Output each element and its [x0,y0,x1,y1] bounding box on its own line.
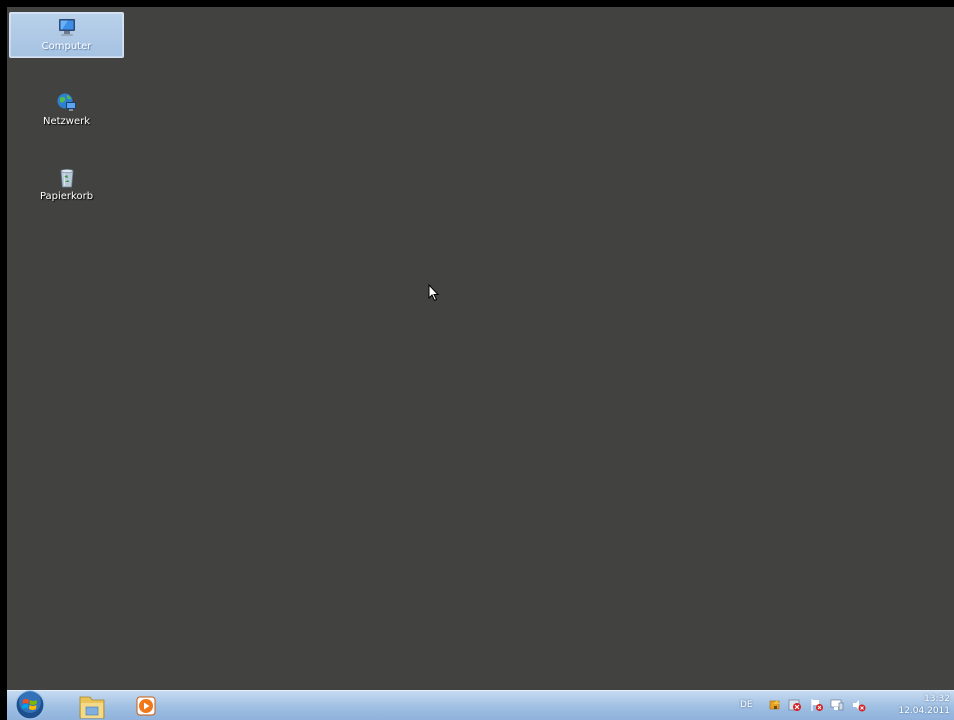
desktop-icon-label: Papierkorb [39,191,94,202]
taskbar-explorer-button[interactable] [72,692,112,720]
windows-explorer-icon [79,696,105,719]
desktop-icon-label: Computer [41,41,92,52]
clock-date: 12.04.2011 [898,706,950,716]
mouse-pointer-icon [428,284,440,302]
network-warning-icon[interactable] [768,698,782,712]
windows-start-orb-icon[interactable] [11,689,49,720]
clock-time: 13:32 [924,694,950,704]
desktop-icon-recycle-bin[interactable]: Papierkorb [9,162,124,208]
security-alert-icon[interactable] [788,698,802,712]
recycle-bin-icon [60,169,73,188]
language-indicator[interactable]: DE [740,700,753,710]
desktop-icon-network[interactable]: Netzwerk [9,87,124,133]
action-center-flag-icon[interactable] [810,698,824,712]
desktop-icon-computer[interactable]: Computer [9,12,124,58]
computer-icon [58,19,75,36]
screen: Computer Netzwerk Papierkorb DE 13:32 12… [0,0,954,720]
network-icon [57,93,76,111]
clock[interactable]: 13:32 12.04.2011 [898,693,954,717]
media-player-icon [136,696,156,716]
volume-muted-icon[interactable] [852,698,866,712]
taskbar: DE 13:32 12.04.2011 [7,690,954,720]
desktop[interactable]: Computer Netzwerk Papierkorb [7,7,954,690]
taskbar-media-player-button[interactable] [128,692,168,720]
display-icon[interactable] [830,698,844,712]
desktop-icon-label: Netzwerk [42,116,91,127]
